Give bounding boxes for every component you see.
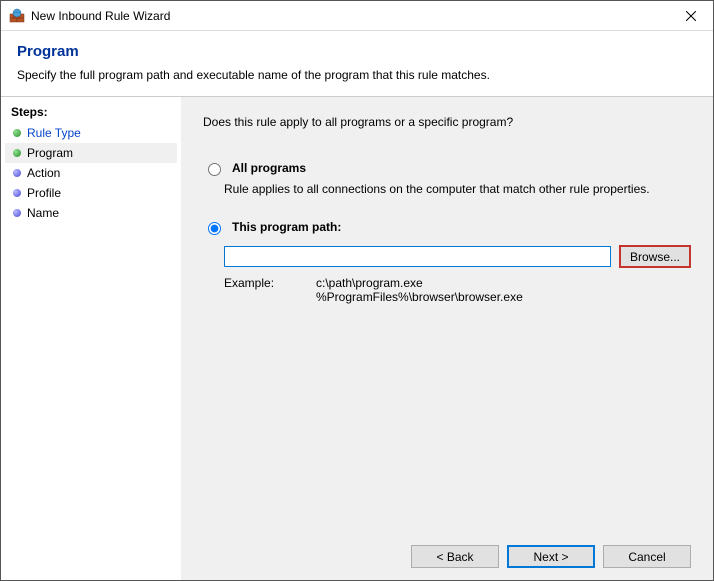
step-label: Profile — [27, 186, 61, 200]
page-title: Program — [17, 43, 697, 60]
main-panel: Does this rule apply to all programs or … — [181, 97, 713, 580]
steps-heading: Steps: — [5, 103, 177, 123]
option-this-program-path-label: This program path: — [232, 220, 341, 234]
close-button[interactable] — [668, 1, 713, 30]
step-profile[interactable]: Profile — [5, 183, 177, 203]
radio-this-program-path[interactable] — [208, 222, 221, 235]
program-path-row: Browse... — [224, 245, 691, 268]
example-row: Example: c:\path\program.exe %ProgramFil… — [224, 276, 691, 304]
example-label: Example: — [224, 276, 284, 304]
step-label: Program — [27, 146, 73, 160]
titlebar: New Inbound Rule Wizard — [1, 1, 713, 31]
step-bullet-icon — [13, 169, 21, 177]
program-path-input[interactable] — [224, 246, 611, 267]
option-all-programs[interactable]: All programs — [203, 161, 691, 176]
browse-button[interactable]: Browse... — [619, 245, 691, 268]
wizard-header: Program Specify the full program path an… — [1, 31, 713, 96]
step-bullet-icon — [13, 209, 21, 217]
radio-all-programs[interactable] — [208, 163, 221, 176]
window-title: New Inbound Rule Wizard — [31, 9, 668, 23]
step-program[interactable]: Program — [5, 143, 177, 163]
step-label[interactable]: Rule Type — [27, 126, 81, 140]
wizard-footer: < Back Next > Cancel — [203, 531, 691, 568]
back-button[interactable]: < Back — [411, 545, 499, 568]
step-name[interactable]: Name — [5, 203, 177, 223]
step-action[interactable]: Action — [5, 163, 177, 183]
option-all-programs-desc: Rule applies to all connections on the c… — [224, 182, 691, 196]
option-this-program-path[interactable]: This program path: — [203, 220, 691, 235]
wizard-window: New Inbound Rule Wizard Program Specify … — [0, 0, 714, 581]
firewall-icon — [9, 8, 25, 24]
step-bullet-icon — [13, 149, 21, 157]
step-rule-type[interactable]: Rule Type — [5, 123, 177, 143]
question-text: Does this rule apply to all programs or … — [203, 115, 691, 129]
steps-sidebar: Steps: Rule Type Program Action Profile … — [1, 97, 181, 580]
example-paths: c:\path\program.exe %ProgramFiles%\brows… — [316, 276, 523, 304]
next-button[interactable]: Next > — [507, 545, 595, 568]
cancel-button[interactable]: Cancel — [603, 545, 691, 568]
option-all-programs-label: All programs — [232, 161, 306, 175]
step-bullet-icon — [13, 129, 21, 137]
step-label: Action — [27, 166, 60, 180]
step-bullet-icon — [13, 189, 21, 197]
step-label: Name — [27, 206, 59, 220]
page-subtitle: Specify the full program path and execut… — [17, 68, 697, 82]
wizard-body: Steps: Rule Type Program Action Profile … — [1, 96, 713, 580]
